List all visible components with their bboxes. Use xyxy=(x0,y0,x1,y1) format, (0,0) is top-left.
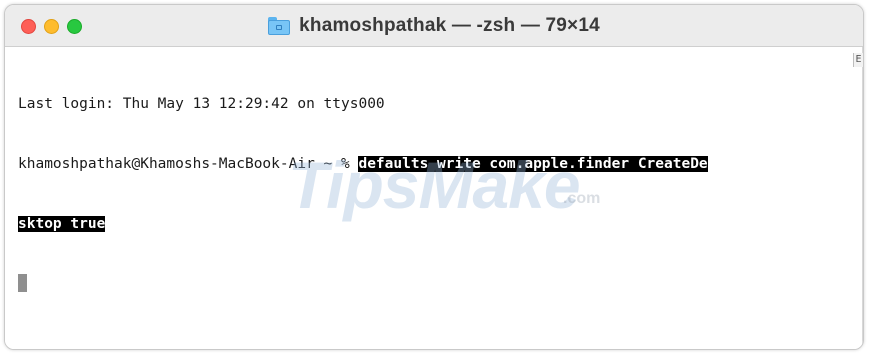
text-cursor xyxy=(18,274,27,292)
command-continuation-line: sktop true xyxy=(18,214,708,234)
shell-prompt: khamoshpathak@Khamoshs-MacBook-Air ~ % xyxy=(18,156,359,172)
selected-command-part1[interactable]: defaults write com.apple.finder CreateDe xyxy=(358,156,708,172)
selected-command-part2[interactable]: sktop true xyxy=(18,216,106,232)
scrollbar-track[interactable] xyxy=(862,47,863,349)
title-bar[interactable]: khamoshpathak — -zsh — 79×14 xyxy=(5,5,863,47)
last-login-line: Last login: Thu May 13 12:29:42 on ttys0… xyxy=(18,96,385,112)
scroll-marker[interactable]: E xyxy=(853,53,863,67)
command-line: khamoshpathak@Khamoshs-MacBook-Air ~ % d… xyxy=(18,154,708,174)
terminal-output: Last login: Thu May 13 12:29:42 on ttys0… xyxy=(18,54,708,334)
window-title-group: khamoshpathak — -zsh — 79×14 xyxy=(5,5,863,47)
cursor-line xyxy=(18,274,708,294)
terminal-content[interactable]: Last login: Thu May 13 12:29:42 on ttys0… xyxy=(5,47,863,349)
window-title: khamoshpathak — -zsh — 79×14 xyxy=(299,15,600,36)
folder-icon xyxy=(268,17,291,35)
terminal-window: khamoshpathak — -zsh — 79×14 Last login:… xyxy=(4,4,864,350)
